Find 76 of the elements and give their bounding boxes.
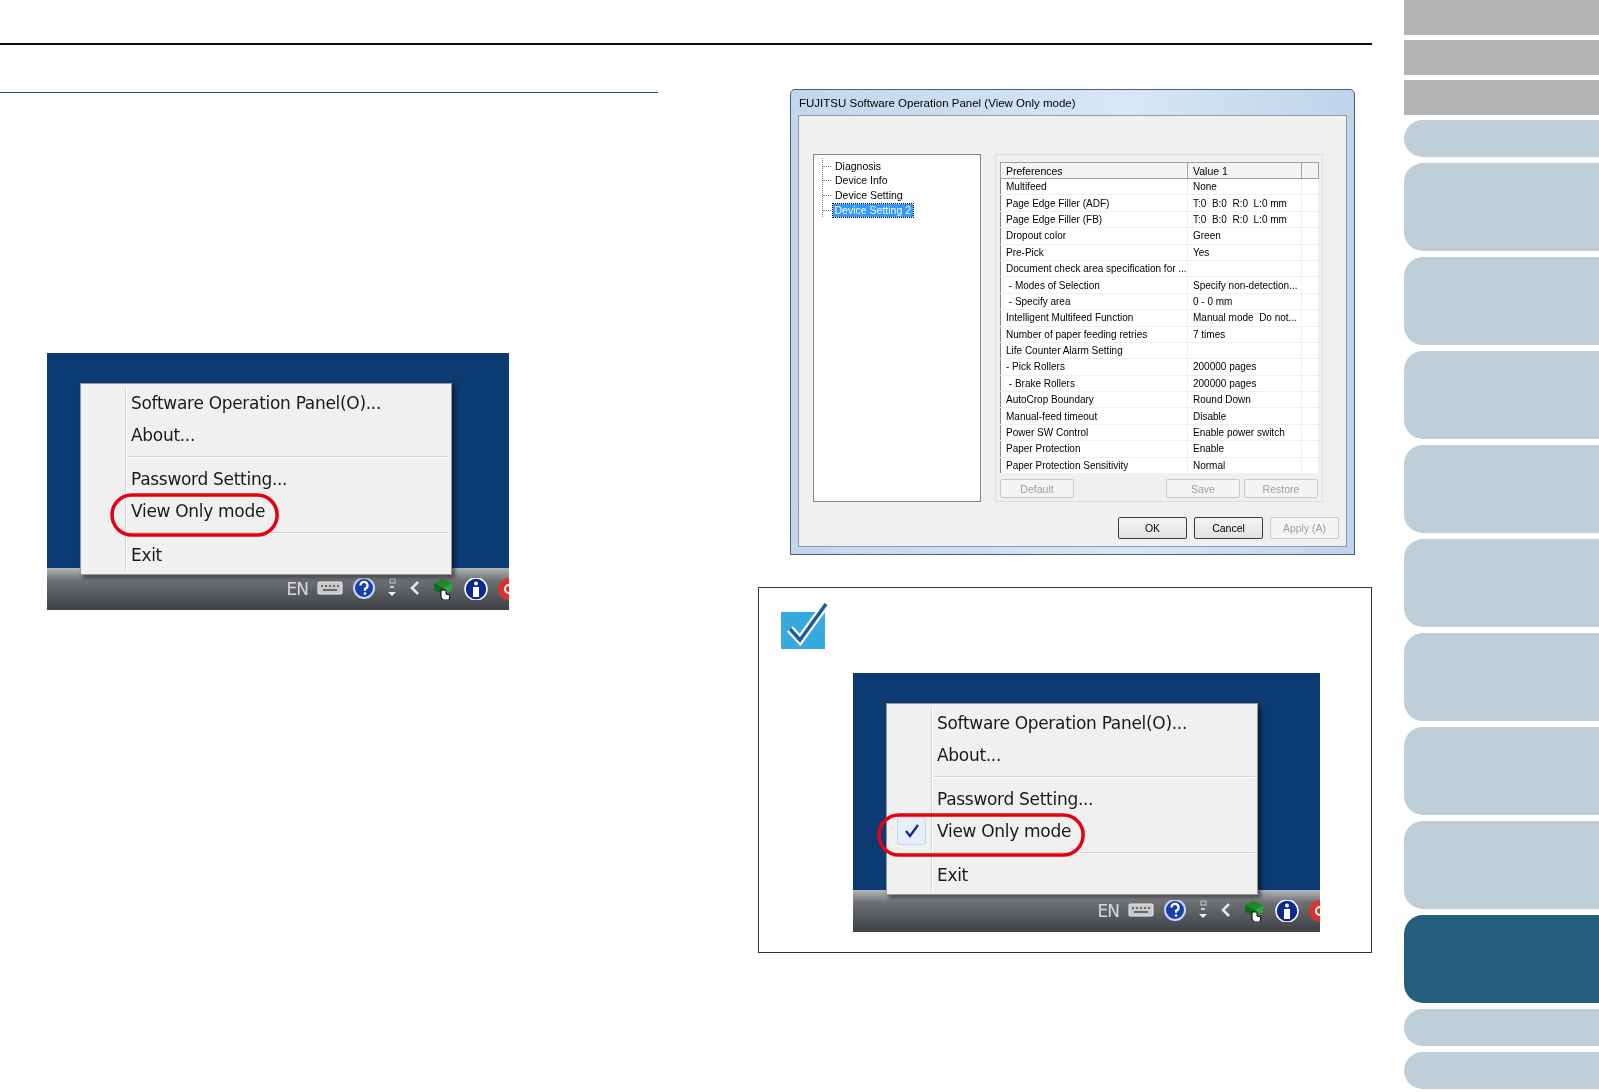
table-cell: 200000 pages [1187,375,1302,392]
column-header[interactable]: Value 1 [1187,162,1302,179]
scanner-hand-icon[interactable] [431,578,455,600]
table-cell: Paper Protection Sensitivity [1000,457,1188,474]
table-cell: Power SW Control [1000,424,1188,441]
table-cell: Manual mode Do not... [1187,309,1302,326]
tree-item[interactable]: Device Setting [833,189,905,202]
navigation-tab[interactable] [1404,163,1599,251]
table-cell: T:0 B:0 R:0 L:0 mm [1187,211,1302,228]
table-cell: Enable power switch [1187,424,1302,441]
table-cell: Number of paper feeding retries [1000,326,1188,343]
menu-item[interactable]: About... [937,745,1002,765]
help-icon[interactable] [1163,900,1187,922]
navigation-tab[interactable] [1404,821,1599,909]
menu-item[interactable]: Exit [937,865,968,885]
checkmark-note-icon [781,602,828,650]
table-cell: - Brake Rollers [1000,375,1188,392]
table-cell: Normal [1187,457,1302,474]
table-cell: Enable [1187,440,1302,458]
table-cell: Dropout color [1000,227,1188,245]
menu-item[interactable]: Software Operation Panel(O)... [131,393,382,413]
table-cell: Green [1187,227,1302,245]
navigation-tab[interactable] [1404,915,1599,1003]
table-cell: AutoCrop Boundary [1000,391,1188,408]
navigation-tab[interactable] [1404,40,1599,75]
app-icon[interactable] [497,578,509,600]
table-cell: Manual-feed timeout [1000,407,1188,425]
column-header[interactable]: Preferences [1000,162,1188,179]
navigation-tab[interactable] [1404,539,1599,627]
table-cell: Round Down [1187,391,1302,408]
menu-item[interactable]: About... [131,425,196,445]
table-cell: Document check area specification for ... [1000,260,1188,277]
navigation-tab[interactable] [1404,80,1599,115]
table-cell: - Specify area [1000,293,1188,310]
table-cell: T:0 B:0 R:0 L:0 mm [1187,194,1302,212]
tree-item[interactable]: Diagnosis [833,159,884,173]
navigation-tab[interactable] [1404,0,1599,35]
navigation-tab[interactable] [1404,633,1599,721]
table-cell: Page Edge Filler (ADF) [1000,194,1188,212]
language-indicator[interactable]: EN [286,579,308,599]
table-cell: Life Counter Alarm Setting [1000,342,1188,359]
dialog-button[interactable]: OK [1118,517,1187,539]
navigation-tab[interactable] [1404,257,1599,345]
table-cell: Yes [1187,244,1302,261]
dialog-button[interactable]: Cancel [1194,517,1263,539]
menu-item[interactable]: Password Setting... [937,789,1094,809]
table-cell: Multifeed [1000,178,1188,195]
table-cell: None [1187,178,1302,195]
navigation-tab[interactable] [1404,445,1599,533]
table-cell: Intelligent Multifeed Function [1000,309,1188,326]
navigation-tab[interactable] [1404,1009,1599,1046]
menu-item[interactable]: Password Setting... [131,469,288,489]
navigation-tab[interactable] [1404,351,1599,439]
navigation-tab[interactable] [1404,727,1599,815]
window-title: FUJITSU Software Operation Panel (View Only mode) [798,95,1077,111]
table-cell: - Modes of Selection [1000,276,1188,294]
table-cell: Disable [1187,407,1302,425]
table-cell: 200000 pages [1187,358,1302,376]
scanner-hand-icon[interactable] [1242,900,1266,922]
table-cell: Page Edge Filler (FB) [1000,211,1188,228]
info-icon[interactable] [464,578,488,600]
menu-item[interactable]: Exit [131,545,162,565]
tree-item[interactable]: Device Info [833,174,890,188]
table-cell: 7 times [1187,326,1302,343]
table-cell: Paper Protection [1000,440,1188,458]
menu-item[interactable]: Software Operation Panel(O)... [937,713,1188,733]
table-cell: Specify non-detection... [1187,276,1302,294]
table-cell: Pre-Pick [1000,244,1188,261]
navigation-tab[interactable] [1404,120,1599,157]
navigation-tab[interactable] [1404,1052,1599,1089]
table-cell: - Pick Rollers [1000,358,1188,376]
language-indicator[interactable]: EN [1097,901,1119,921]
table-cell: 0 - 0 mm [1187,293,1302,310]
info-icon[interactable] [1275,900,1299,922]
help-icon[interactable] [352,578,376,600]
app-icon[interactable] [1308,900,1320,922]
